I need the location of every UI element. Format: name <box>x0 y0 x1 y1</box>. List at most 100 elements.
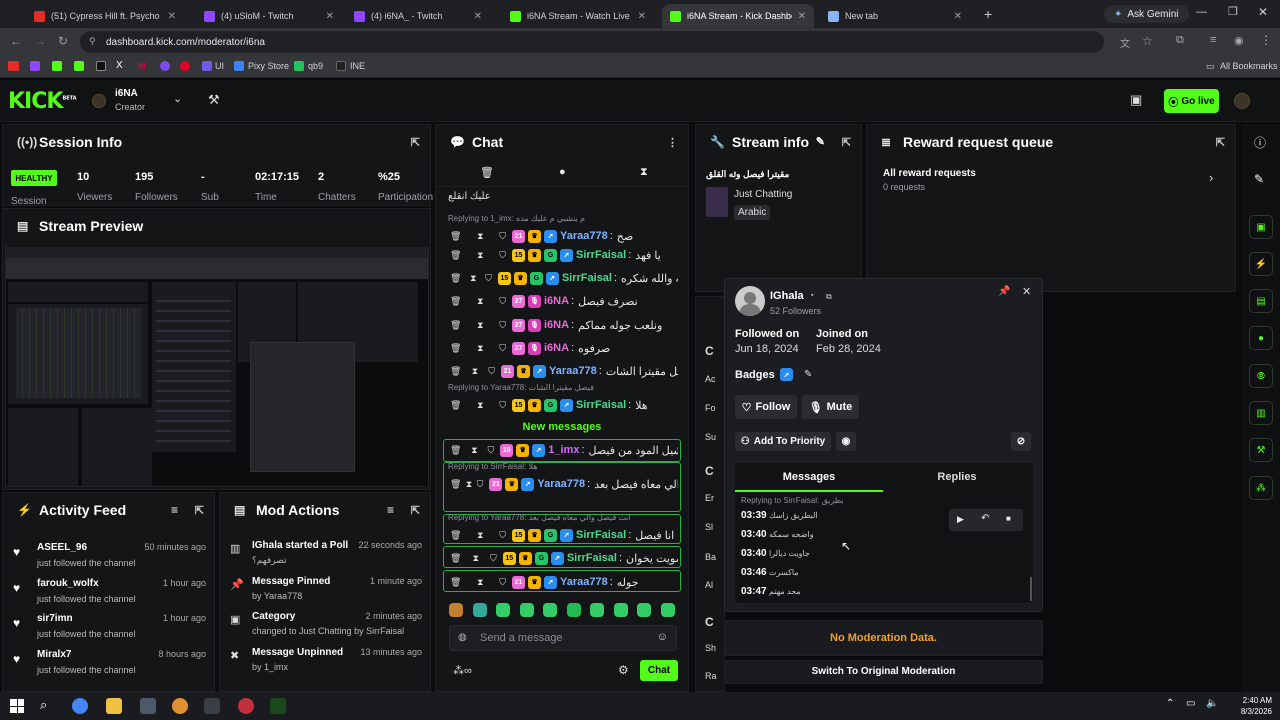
clock-time[interactable]: 2:40 AM <box>1232 696 1272 705</box>
chat-message[interactable]: 🗑 ⧗ ⛉ 15 ♛ G ➚ SirrFaisal: يا فهد <box>450 244 678 266</box>
chrome-taskbar-icon[interactable] <box>72 698 88 714</box>
channel-avatar[interactable] <box>92 94 106 108</box>
shield-icon[interactable]: ⛉ <box>487 445 494 456</box>
emote-icon[interactable] <box>637 603 651 617</box>
doc-icon[interactable]: ▤ <box>1249 289 1273 313</box>
bookmark-pixy-store[interactable]: Pixy Store <box>248 61 289 71</box>
activity-username[interactable]: sir7imn <box>37 613 73 624</box>
wrench-rail-icon[interactable]: ⚒ <box>1249 438 1273 462</box>
tiktok-bookmark-icon[interactable] <box>96 61 106 71</box>
filter-icon[interactable]: ≡ <box>387 503 394 517</box>
back-icon[interactable]: ← <box>10 34 22 48</box>
kick2-bookmark-icon[interactable] <box>74 61 84 71</box>
chat-message[interactable]: 🗑 ⧗ ⛉ 21♛➚Yaraa778:فيصل مقيترا الشات <box>450 360 678 382</box>
shield-icon[interactable]: ⛉ <box>499 296 506 307</box>
chat-message[interactable]: 🗑 ⧗ ⛉ 27 🎙 i6NA: ونلعب جوله مماكم <box>450 314 678 336</box>
youtube-bookmark-icon[interactable] <box>8 61 19 71</box>
new-tab-button[interactable]: + <box>984 6 992 22</box>
all-bookmarks[interactable]: All Bookmarks <box>1220 61 1278 71</box>
browser-tab[interactable]: i6NA Stream - Watch Live on Ki✕ <box>502 4 654 28</box>
trash-icon[interactable]: 🗑 <box>450 400 461 411</box>
trash-icon[interactable]: 🗑 <box>450 273 461 284</box>
terminal-taskbar-icon[interactable] <box>204 698 220 714</box>
timeout-icon[interactable]: ⧗ <box>472 366 478 377</box>
chat-settings-icon[interactable]: ● <box>559 166 566 178</box>
emote-icon[interactable] <box>660 603 675 617</box>
tab-messages[interactable]: Messages <box>735 471 883 483</box>
timeout-icon[interactable]: ⧗ <box>477 530 483 541</box>
twitch-bookmark-icon[interactable] <box>30 61 40 71</box>
activity-username[interactable]: ASEEL_96 <box>37 542 87 553</box>
extensions-icon[interactable]: ⧉ <box>1176 34 1184 47</box>
shield-icon[interactable]: ⛉ <box>499 250 506 261</box>
emote-icon[interactable] <box>566 603 581 617</box>
chat-message[interactable]: 🗑 ⧗ ⛉ 21 ♛ ➚ Yaraa778: جوله <box>450 571 678 593</box>
slow-mode-icon[interactable]: ⧗ <box>640 166 648 179</box>
emote-icon[interactable] <box>543 603 557 617</box>
filter-icon[interactable]: ≡ <box>171 503 178 517</box>
tab-replies[interactable]: Replies <box>883 471 1031 483</box>
trash-icon[interactable]: 🗑 <box>450 231 461 242</box>
stream-rail-icon[interactable]: ▥ <box>1249 401 1273 425</box>
browser-tab[interactable]: (4) i6NA_ - Twitch ✕ <box>346 4 490 28</box>
tab-close-icon[interactable]: ✕ <box>792 11 806 22</box>
shield-icon[interactable]: ⛉ <box>499 400 506 411</box>
media-icon[interactable]: ≡ <box>1210 34 1216 46</box>
timeout-icon[interactable]: ⧗ <box>473 553 479 564</box>
browser-tab[interactable]: (4) uSloM - Twitch ✕ <box>196 4 342 28</box>
expand-icon[interactable]: ⇱ <box>195 504 204 517</box>
chat-message[interactable]: 🗑 ⧗ ⛉ 15 ♛ G ➚ SirrFaisal: هلا <box>450 394 678 416</box>
shield-icon[interactable]: ⛉ <box>499 343 506 354</box>
x-bookmark-icon[interactable]: X <box>116 60 123 71</box>
all-reward-requests[interactable]: All reward requests <box>883 168 976 179</box>
expand-icon[interactable]: ⇱ <box>411 136 420 149</box>
app2-taskbar-icon[interactable] <box>172 698 188 714</box>
network-icon[interactable]: ▭ <box>1186 698 1195 709</box>
browser-tab[interactable]: (51) Cypress Hill ft. Psycho ✕ <box>26 4 184 28</box>
trash-icon[interactable]: 🗑 <box>450 577 461 588</box>
minimize-button[interactable]: — <box>1196 6 1207 18</box>
emote-icon[interactable] <box>496 603 510 617</box>
chat-menu-icon[interactable]: ⋮ <box>667 136 678 149</box>
shield-icon[interactable]: ⛉ <box>499 231 506 242</box>
chat-username[interactable]: Yaraa778 <box>549 365 597 377</box>
app4-taskbar-icon[interactable] <box>270 698 286 714</box>
emote-icon[interactable] <box>613 603 628 617</box>
timeout-icon[interactable]: ⧗ <box>477 577 483 588</box>
chat-message[interactable]: 🗑 ⧗ ⛉ 15♛G➚SirrFaisal:تصويت يخوان <box>450 547 678 569</box>
ask-gemini-button[interactable]: ✦ Ask Gemini <box>1104 5 1189 23</box>
shield-icon[interactable]: ⛉ <box>499 320 506 331</box>
kick-logo[interactable]: KICKBETA <box>8 89 77 114</box>
scrollbar[interactable] <box>1030 577 1032 601</box>
stream-category[interactable]: Just Chatting <box>734 189 792 200</box>
trash-icon[interactable]: 🗑 <box>450 366 461 377</box>
shield-icon[interactable]: ⛉ <box>488 366 495 377</box>
user-avatar[interactable] <box>1234 93 1250 109</box>
forward-icon[interactable]: → <box>34 34 46 48</box>
layout-icon[interactable]: ▣ <box>1249 215 1273 239</box>
shield-icon[interactable]: ⛉ <box>477 479 484 490</box>
bookmark-ui[interactable]: UI <box>215 61 224 71</box>
chat-message[interactable]: 🗑 ⧗ ⛉ 19♛➚1_imx:فهد شيل المود من فيصل <box>450 439 678 461</box>
go-live-button[interactable]: ⦿ Go live <box>1164 89 1219 113</box>
timeout-icon[interactable]: ⧗ <box>477 400 483 411</box>
chat-send-button[interactable]: Chat <box>640 660 678 681</box>
chevron-right-icon[interactable]: › <box>1209 170 1213 185</box>
tab-close-icon[interactable]: ✕ <box>468 11 482 22</box>
chat-username[interactable]: i6NA <box>544 342 569 354</box>
pinterest-bookmark-icon[interactable] <box>180 61 190 71</box>
undo-icon[interactable]: ↶ <box>981 513 989 524</box>
play-icon[interactable]: ▶ <box>957 514 964 525</box>
open-profile-icon[interactable]: ⧉ <box>826 292 832 302</box>
trash-icon[interactable]: 🗑 <box>480 166 494 179</box>
points-icon[interactable]: ⁂∞ <box>453 664 472 677</box>
tray-chevron-icon[interactable]: ⌃ <box>1166 698 1174 709</box>
close-window-button[interactable]: ✕ <box>1258 5 1268 19</box>
expand-icon[interactable]: ⇱ <box>842 136 851 149</box>
bolt-icon[interactable]: ⚡ <box>1249 252 1273 276</box>
timeout-icon[interactable]: ⧗ <box>477 296 483 307</box>
trash-icon[interactable]: 🗑 <box>450 320 461 331</box>
chat-message[interactable]: 🗑 ⧗ ⛉ 21♛➚Yaraa778:انت فيصل والي معاه فيصل … <box>450 473 678 495</box>
chat-username[interactable]: SirrFaisal <box>562 272 612 284</box>
trash-icon[interactable]: 🗑 <box>450 445 461 456</box>
